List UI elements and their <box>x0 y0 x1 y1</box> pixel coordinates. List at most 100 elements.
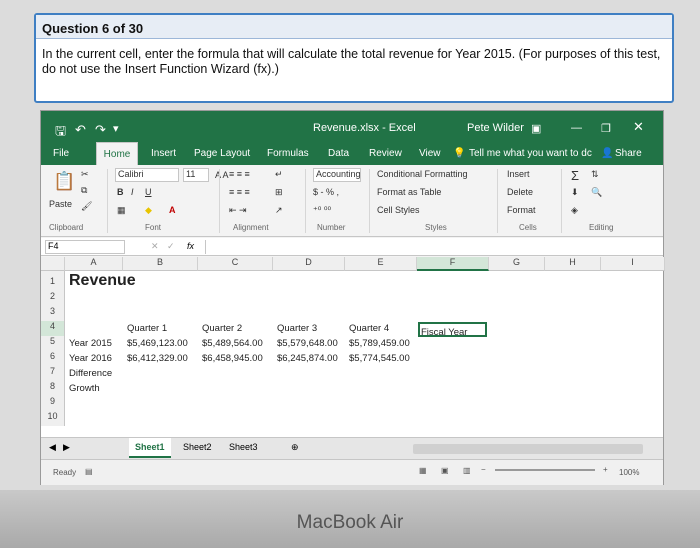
wrap-text-icon[interactable]: ↵ <box>275 169 283 180</box>
select-all-corner[interactable] <box>41 257 65 271</box>
name-box[interactable]: F4 <box>45 240 125 254</box>
fill-color-icon[interactable]: ◆ <box>145 205 152 216</box>
header-cell[interactable]: Quarter 1 <box>127 323 167 334</box>
sheet-tab-1[interactable]: Sheet1 <box>129 438 171 458</box>
row-header[interactable]: 10 <box>41 411 65 426</box>
value-cell[interactable]: $6,458,945.00 <box>202 353 263 364</box>
tab-data[interactable]: Data <box>328 148 349 159</box>
autosum-icon[interactable]: Σ <box>571 168 579 183</box>
row-header[interactable]: 6 <box>41 351 65 366</box>
font-color-icon[interactable]: A <box>169 205 176 215</box>
ribbon-display-icon[interactable]: ▣ <box>531 122 541 135</box>
column-header[interactable]: A <box>65 257 123 271</box>
column-header[interactable]: F <box>417 257 489 271</box>
scroll-left-icon[interactable]: ◀ <box>49 442 56 453</box>
column-header[interactable]: H <box>545 257 601 271</box>
value-cell[interactable]: $5,774,545.00 <box>349 353 410 364</box>
tab-insert[interactable]: Insert <box>151 148 176 159</box>
tell-me-box[interactable]: Tell me what you want to dc <box>469 148 592 159</box>
paste-icon[interactable]: 📋 <box>53 171 75 192</box>
row-header[interactable]: 5 <box>41 336 65 351</box>
value-cell[interactable]: $5,489,564.00 <box>202 338 263 349</box>
row-header[interactable]: 2 <box>41 291 65 306</box>
value-cell[interactable]: $6,245,874.00 <box>277 353 338 364</box>
tab-file[interactable]: File <box>53 148 69 159</box>
macro-icon[interactable]: ▤ <box>85 467 93 476</box>
font-size-select[interactable]: 11 <box>183 168 209 182</box>
decimal-icon[interactable]: ⁺⁰ ⁰⁰ <box>313 205 331 216</box>
column-header[interactable]: D <box>273 257 345 271</box>
undo-icon[interactable]: ↶ <box>75 122 86 138</box>
user-name[interactable]: Pete Wilder <box>467 122 524 134</box>
format-as-table-button[interactable]: Format as Table <box>377 187 441 197</box>
column-header[interactable]: G <box>489 257 545 271</box>
active-cell-f4[interactable] <box>418 322 487 337</box>
borders-icon[interactable]: ▦ <box>117 205 126 216</box>
conditional-formatting-button[interactable]: Conditional Formatting <box>377 169 468 179</box>
orientation-icon[interactable]: ↗ <box>275 205 283 216</box>
tab-formulas[interactable]: Formulas <box>267 148 309 159</box>
format-painter-icon[interactable]: 🖌 <box>81 201 92 212</box>
tab-review[interactable]: Review <box>369 148 402 159</box>
cell-a1-title[interactable]: Revenue <box>69 272 136 290</box>
insert-cells-button[interactable]: Insert <box>507 169 530 179</box>
copy-icon[interactable]: ⧉ <box>81 185 87 196</box>
formula-input[interactable] <box>205 240 645 254</box>
minimize-icon[interactable]: — <box>571 122 582 134</box>
customize-toolbar-icon[interactable]: ▾ <box>113 122 119 135</box>
bold-button[interactable]: B <box>117 187 124 197</box>
column-header[interactable]: B <box>123 257 198 271</box>
row-header[interactable]: 7 <box>41 366 65 381</box>
page-layout-view-icon[interactable]: ▣ <box>441 466 449 475</box>
italic-button[interactable]: I <box>131 187 134 197</box>
cell-styles-button[interactable]: Cell Styles <box>377 205 420 215</box>
row-header[interactable]: 4 <box>41 321 65 336</box>
row-header[interactable]: 1 <box>41 271 65 291</box>
enter-icon[interactable]: ✓ <box>167 241 175 252</box>
number-format-select[interactable]: Accounting <box>313 168 361 182</box>
fill-icon[interactable]: ⬇ <box>571 187 579 198</box>
new-sheet-icon[interactable]: ⊕ <box>291 442 299 453</box>
page-break-view-icon[interactable]: ▥ <box>463 466 471 475</box>
delete-cells-button[interactable]: Delete <box>507 187 533 197</box>
tab-home[interactable]: Home <box>96 142 138 165</box>
sheet-tab-2[interactable]: Sheet2 <box>183 442 212 452</box>
worksheet-grid[interactable]: A B C D E F G H I 1 2 3 4 5 6 7 8 9 10 R… <box>41 257 665 437</box>
header-cell[interactable]: Quarter 3 <box>277 323 317 334</box>
value-cell[interactable]: $5,469,123.00 <box>127 338 188 349</box>
row-header[interactable]: 3 <box>41 306 65 321</box>
row-label[interactable]: Difference <box>69 368 112 379</box>
paste-label[interactable]: Paste <box>49 199 72 209</box>
column-header[interactable]: I <box>601 257 665 271</box>
row-label[interactable]: Growth <box>69 383 100 394</box>
redo-icon[interactable]: ↷ <box>95 122 106 138</box>
value-cell[interactable]: $5,579,648.00 <box>277 338 338 349</box>
row-label[interactable]: Year 2016 <box>69 353 112 364</box>
value-cell[interactable]: $6,412,329.00 <box>127 353 188 364</box>
currency-format-buttons[interactable]: $ - % , <box>313 187 339 197</box>
indent-icon[interactable]: ⇤ ⇥ <box>229 205 247 216</box>
tab-page-layout[interactable]: Page Layout <box>194 148 250 159</box>
tab-view[interactable]: View <box>419 148 441 159</box>
share-button[interactable]: Share <box>615 148 642 159</box>
zoom-level[interactable]: 100% <box>619 468 639 477</box>
align-left-icon[interactable]: ≡ ≡ ≡ <box>229 187 250 197</box>
row-header[interactable]: 8 <box>41 381 65 396</box>
insert-function-icon[interactable]: fx <box>187 241 194 251</box>
format-cells-button[interactable]: Format <box>507 205 536 215</box>
header-cell[interactable]: Quarter 2 <box>202 323 242 334</box>
sheet-tab-3[interactable]: Sheet3 <box>229 442 258 452</box>
grow-font-icon[interactable]: A A <box>215 170 229 180</box>
zoom-slider[interactable] <box>495 469 595 471</box>
sort-filter-icon[interactable]: ⇅ <box>591 169 599 180</box>
cut-icon[interactable]: ✂ <box>81 169 89 180</box>
zoom-out-icon[interactable]: − <box>481 465 486 474</box>
underline-button[interactable]: U <box>145 187 152 197</box>
restore-icon[interactable]: ❐ <box>601 122 611 135</box>
value-cell[interactable]: $5,789,459.00 <box>349 338 410 349</box>
scroll-right-icon[interactable]: ▶ <box>63 442 70 453</box>
close-icon[interactable]: ✕ <box>633 119 644 135</box>
merge-center-icon[interactable]: ⊞ <box>275 187 283 198</box>
column-header[interactable]: E <box>345 257 417 271</box>
find-select-icon[interactable]: 🔍 <box>591 187 602 198</box>
